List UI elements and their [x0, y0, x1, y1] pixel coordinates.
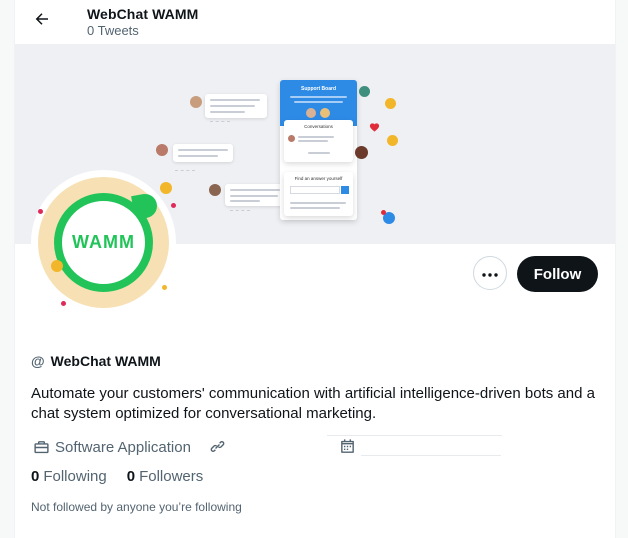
followers-link[interactable]: 0 Followers: [127, 468, 204, 485]
back-button[interactable]: [27, 6, 57, 36]
find-answer-label: Find an answer yourself: [294, 176, 343, 181]
arrow-left-icon: [33, 10, 51, 33]
follow-button[interactable]: Follow: [517, 256, 598, 292]
dot-icon: [381, 210, 386, 215]
tweet-count: 0 Tweets: [87, 23, 139, 38]
followers-label: Followers: [139, 468, 204, 485]
widget-title: Support Board: [301, 86, 336, 92]
follow-stats: 0 Following 0 Followers: [31, 468, 203, 485]
header-title: WebChat WAMM: [87, 6, 199, 22]
decor-dot: [162, 285, 167, 290]
avatar[interactable]: WAMM: [31, 170, 176, 315]
chat-bubble: [205, 94, 267, 118]
link-icon[interactable]: [207, 436, 227, 456]
decor-dot: [171, 203, 176, 208]
calendar-icon: [337, 436, 357, 456]
conversations-label: Conversations: [304, 124, 333, 129]
followed-by-note: Not followed by anyone you’re following: [31, 500, 242, 514]
chat-avatar: [209, 184, 221, 196]
emoji-icon: [359, 86, 370, 97]
chat-avatar: [156, 144, 168, 156]
emoji-icon: [387, 135, 398, 146]
ellipsis-icon: [482, 264, 498, 282]
profile-panel: WebChat WAMM 0 Tweets Support Board Conv…: [14, 0, 616, 538]
divider: [327, 435, 502, 436]
more-button[interactable]: [473, 256, 507, 290]
profile-name-row: @ WebChat WAMM: [31, 353, 161, 369]
following-count: 0: [31, 468, 40, 485]
emoji-icon: [385, 98, 396, 109]
heart-icon: [369, 120, 380, 132]
chat-bubble: [225, 184, 285, 206]
decor-dot: [38, 209, 43, 214]
emoji-icon: [355, 146, 368, 159]
profile-header: WebChat WAMM 0 Tweets: [15, 0, 615, 44]
briefcase-icon: [31, 437, 51, 457]
category-row: Software Application: [31, 436, 191, 458]
followers-count: 0: [126, 468, 136, 485]
divider: [361, 455, 501, 456]
decor-dot: [51, 260, 63, 272]
avatar-logo-text: WAMM: [72, 232, 135, 252]
chat-avatar: [190, 96, 202, 108]
chat-bubble: [173, 144, 233, 162]
category-label: Software Application: [55, 438, 191, 456]
display-name: WebChat WAMM: [50, 353, 161, 369]
following-label: Following: [43, 468, 107, 485]
decor-dot: [160, 182, 172, 194]
profile-bio: Automate your customers' communication w…: [31, 385, 595, 422]
support-widget: Support Board Conversations Find an answ…: [280, 80, 357, 220]
following-link[interactable]: 0 Following: [31, 468, 107, 485]
decor-dot: [61, 301, 66, 306]
at-symbol: @: [31, 353, 45, 369]
